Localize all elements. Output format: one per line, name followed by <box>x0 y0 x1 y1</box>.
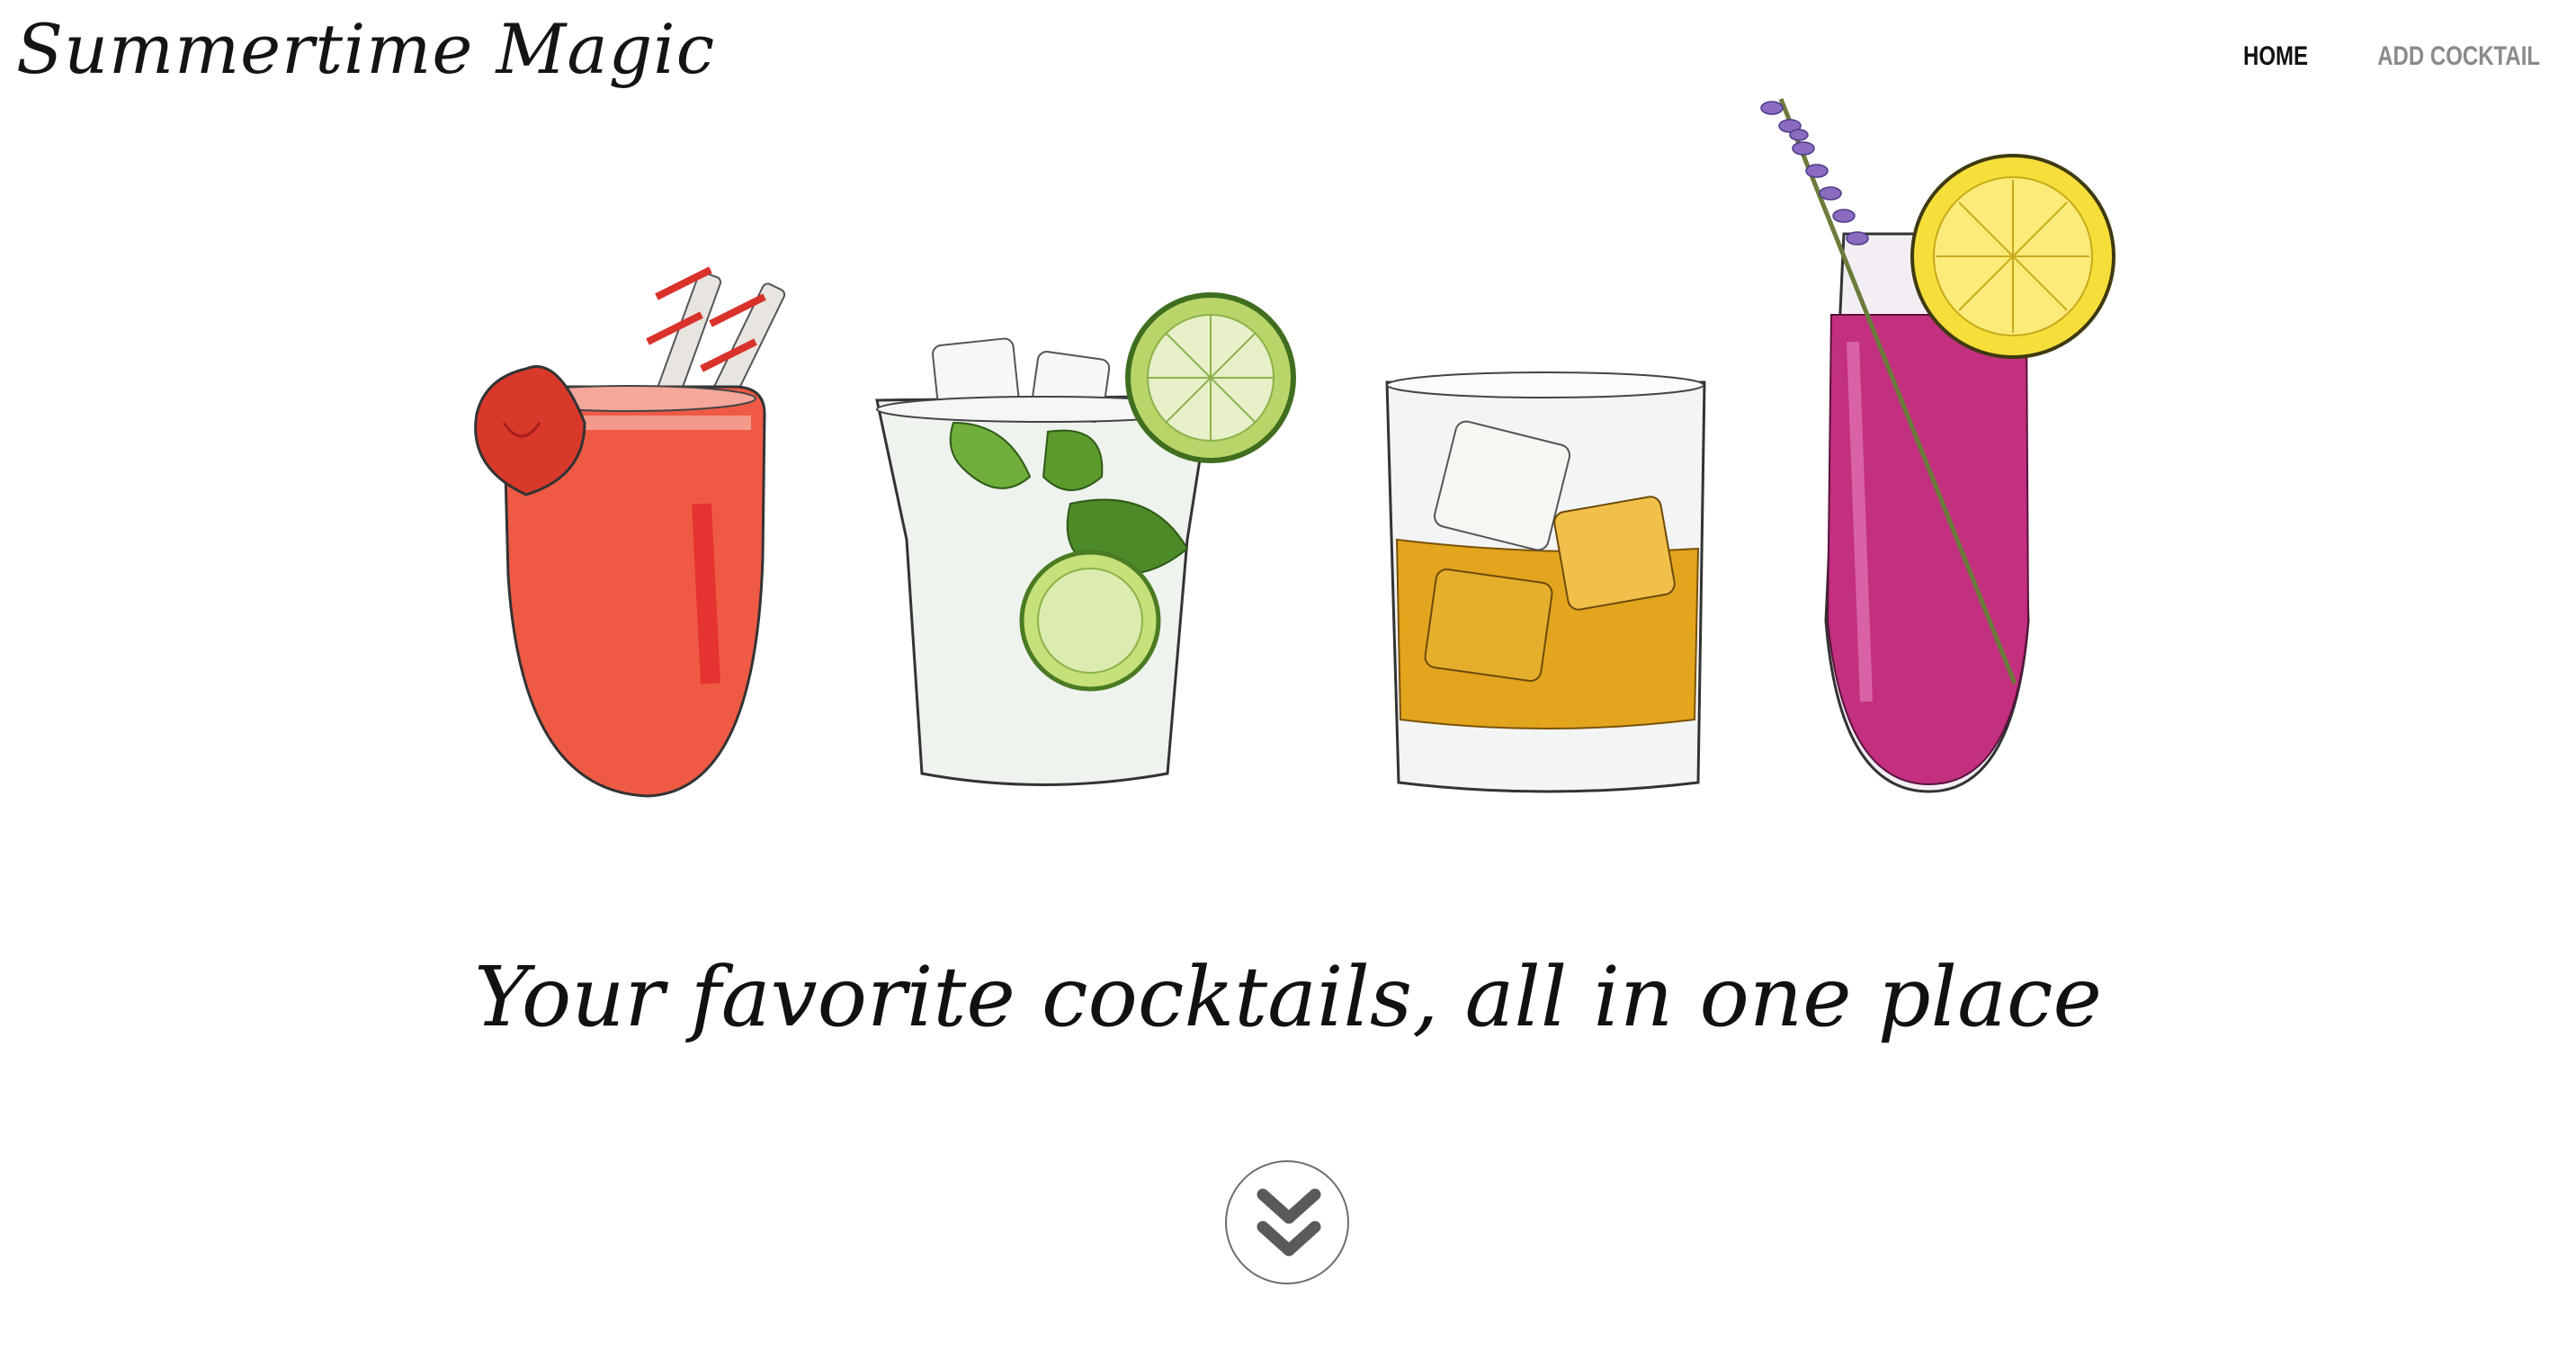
strawberry-drink-glass <box>474 266 786 798</box>
lavender-drink-glass <box>1760 98 2115 793</box>
mojito-glass <box>875 292 1296 786</box>
scroll-down-button[interactable] <box>1225 1160 1349 1284</box>
cocktails-illustration <box>474 98 2115 798</box>
whiskey-glass <box>1385 371 1706 793</box>
double-chevron-down-icon <box>1257 1188 1321 1257</box>
hero-tagline: Your favorite cocktails, all in one plac… <box>474 949 2102 1045</box>
